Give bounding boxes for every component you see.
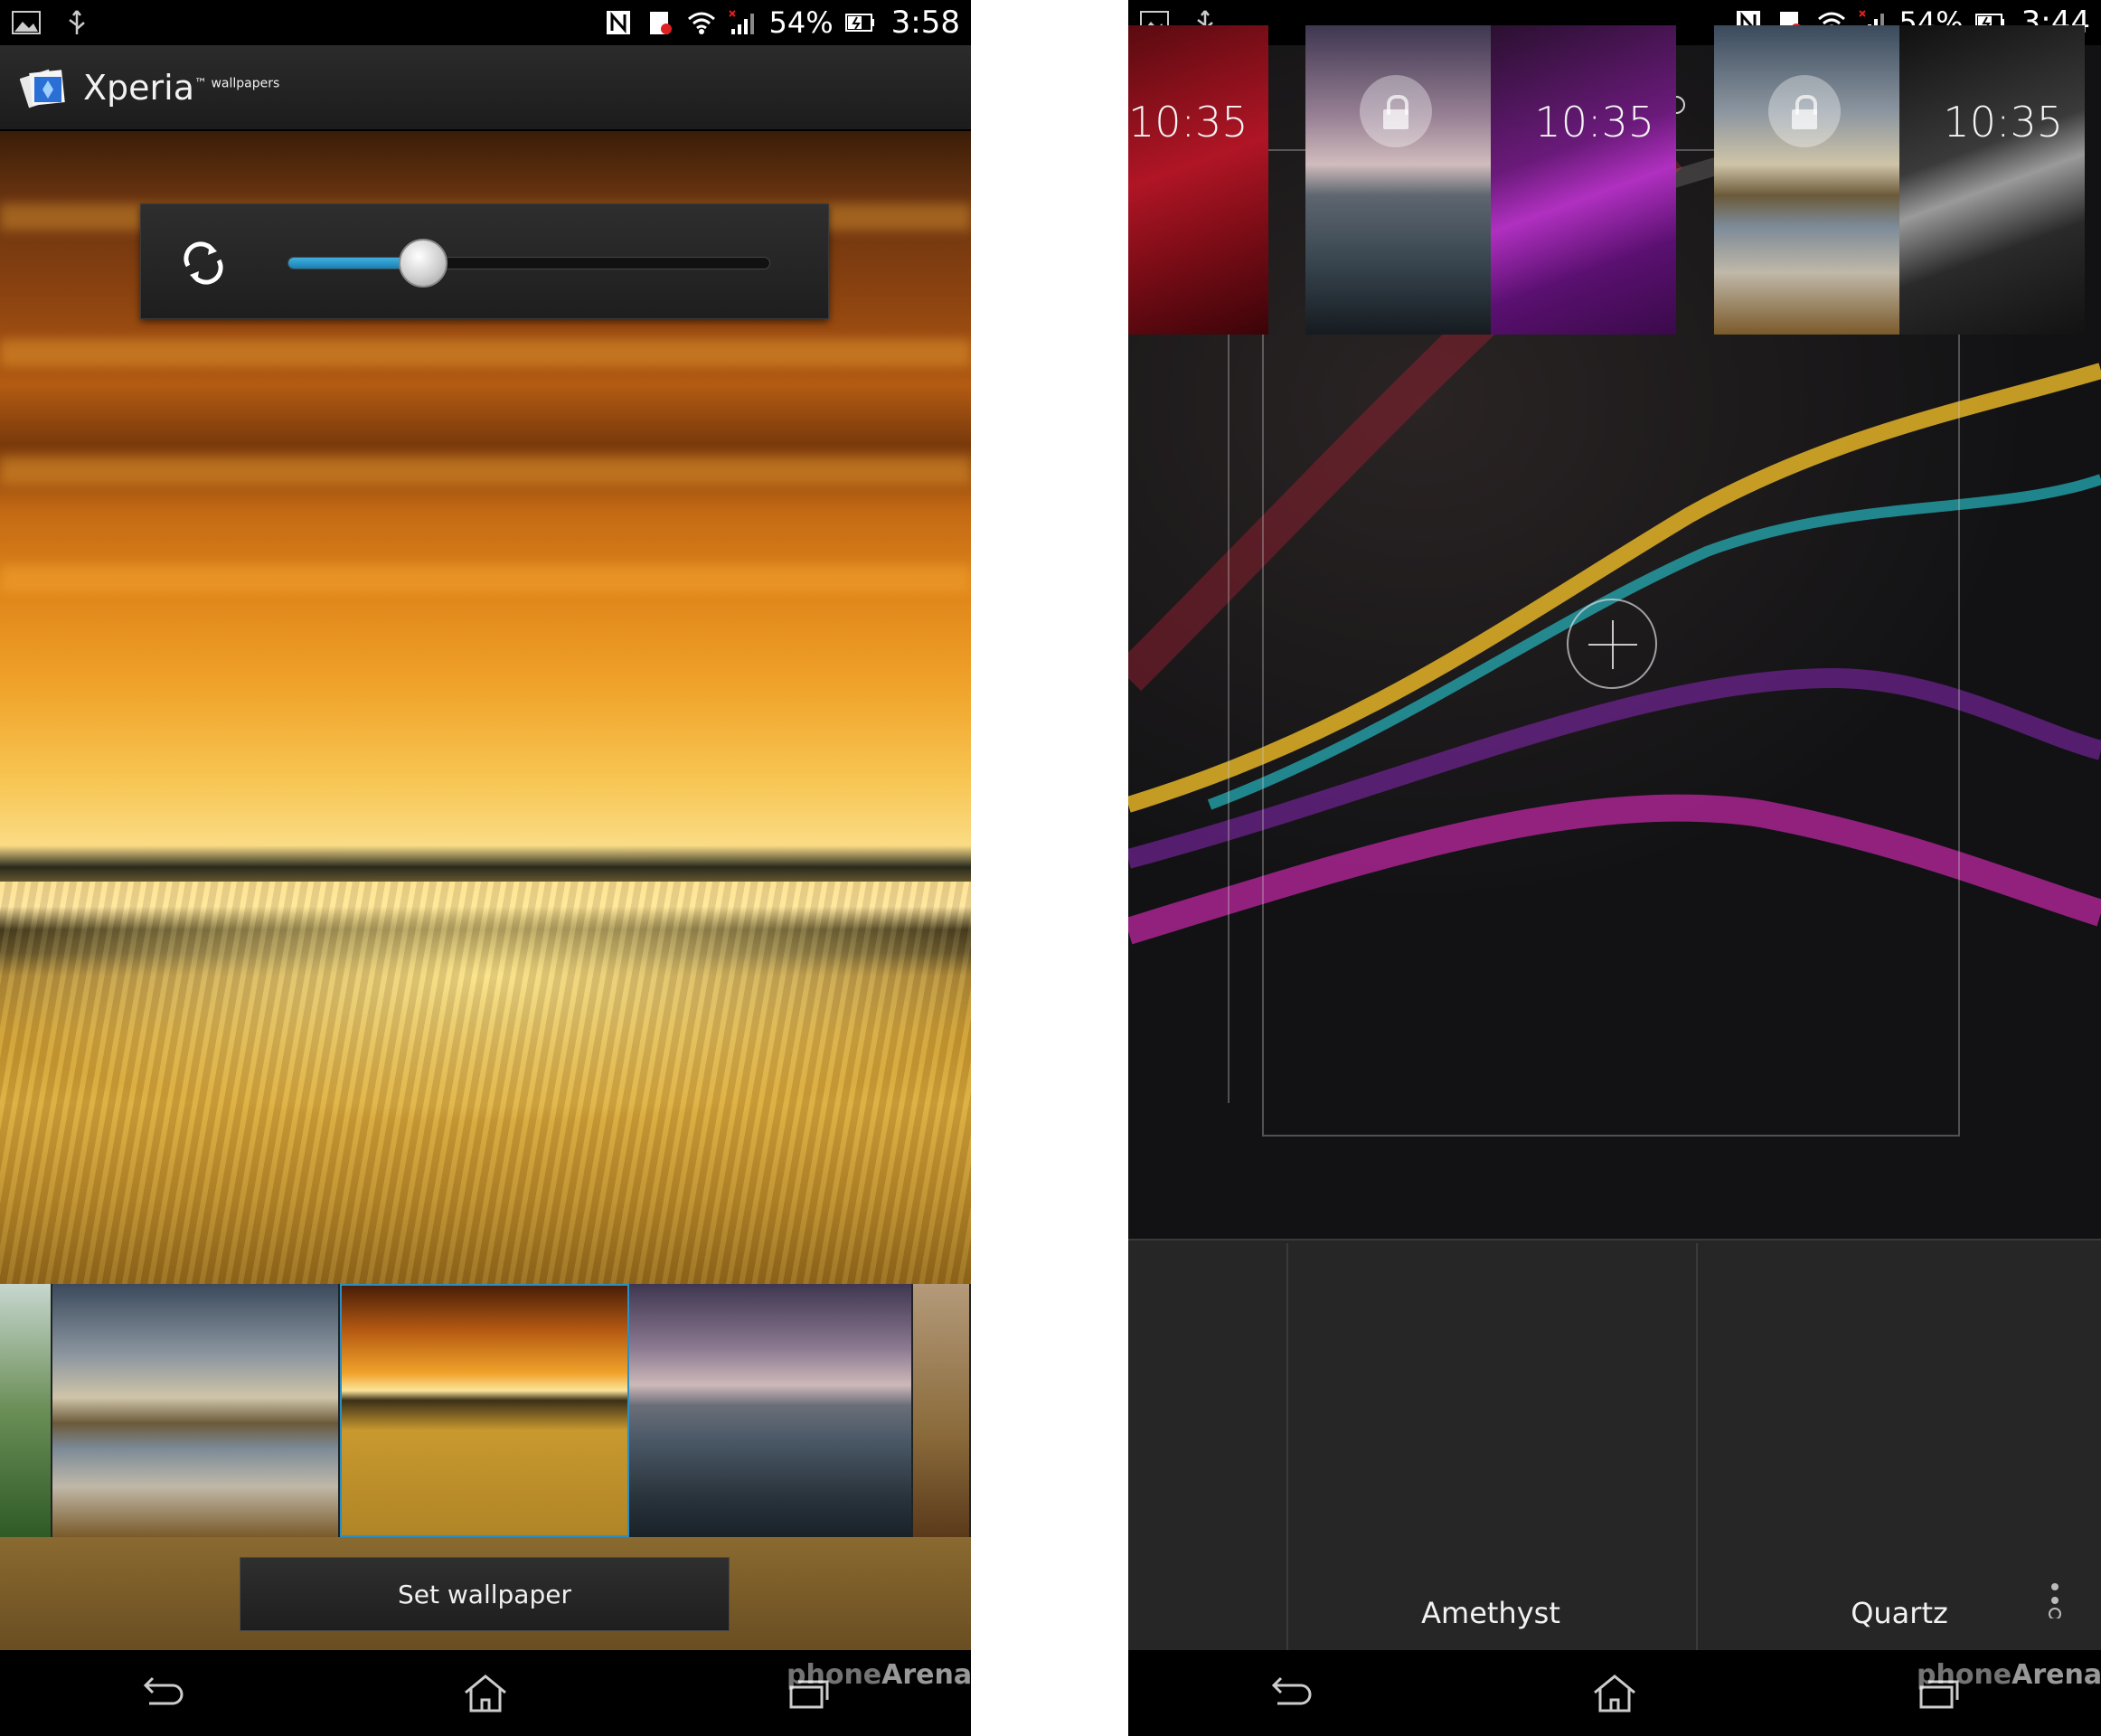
theme-home-preview: 10:35 <box>1899 25 2085 335</box>
treeline <box>0 845 971 882</box>
thumbnail-sea[interactable] <box>629 1284 913 1537</box>
theme-divider <box>1696 1243 1698 1650</box>
app-title: Xperia™ wallpapers <box>83 67 280 108</box>
signal-icon <box>728 10 754 34</box>
theme-name-quartz: Quartz <box>1851 1596 1948 1630</box>
add-widget-plus-icon[interactable] <box>1567 599 1657 689</box>
theme-lock-preview <box>1714 25 1899 335</box>
usb-icon <box>69 10 85 34</box>
nfc-icon <box>606 11 630 34</box>
theme-card-red[interactable]: 10:35 <box>1128 25 1268 335</box>
cloud-band <box>0 457 971 484</box>
thumbnail-forest[interactable] <box>0 1284 52 1537</box>
wallpaper-thumbnail-strip <box>0 1284 971 1537</box>
thumbnail-wheat-field[interactable] <box>340 1284 629 1537</box>
scroll-mode-panel <box>140 203 829 319</box>
left-phone-screen: 54% 3:58 Xperia™ wallpapers Set wallpape… <box>0 0 971 1736</box>
theme-home-preview: 10:35 <box>1491 25 1676 335</box>
set-wallpaper-button[interactable]: Set wallpaper <box>240 1557 730 1631</box>
cloud-band <box>0 565 971 592</box>
phonearena-watermark: phoneArena <box>1917 1659 2101 1691</box>
battery-percent: 54% <box>768 5 834 40</box>
theme-card-quartz[interactable]: 10:35 <box>1714 25 2085 335</box>
theme-preview: 10:35 <box>1128 25 1268 335</box>
theme-name-amethyst: Amethyst <box>1421 1596 1560 1630</box>
adjacent-page-frame[interactable] <box>1128 208 1230 1103</box>
lock-icon <box>1360 75 1432 147</box>
xperia-wallpapers-app-icon[interactable] <box>20 62 71 113</box>
home-icon[interactable] <box>1589 1673 1640 1714</box>
theme-clock: 10:35 <box>1943 98 2063 146</box>
wheat-field <box>0 882 971 1288</box>
wifi-icon <box>687 12 715 34</box>
rotate-icon[interactable] <box>179 239 228 288</box>
theme-card-amethyst[interactable]: 10:35 <box>1305 25 1676 335</box>
lock-icon <box>1768 75 1841 147</box>
cloud-band <box>0 339 971 366</box>
clock: 3:58 <box>890 5 960 41</box>
overflow-dots-icon <box>2049 1583 2061 1618</box>
wallpaper-slider-track[interactable] <box>287 239 770 288</box>
action-bar: Xperia™ wallpapers <box>0 45 971 131</box>
sim-alert-icon <box>649 12 672 34</box>
theme-divider <box>1286 1243 1288 1650</box>
theme-lock-preview <box>1305 25 1491 335</box>
thumbnail-lake[interactable] <box>52 1284 340 1537</box>
status-bar: 54% 3:58 <box>0 0 971 45</box>
themes-panel <box>1128 1239 2101 1650</box>
theme-clock: 10:35 <box>1128 98 1248 146</box>
back-icon[interactable] <box>137 1673 187 1714</box>
phonearena-watermark: phoneArena <box>787 1659 971 1691</box>
right-phone-screen: 54% 3:44 10:35 10:35 Amethyst 10:35 Quar… <box>1128 0 2101 1736</box>
slider-thumb[interactable] <box>398 239 448 288</box>
gallery-notification-icon <box>12 11 41 34</box>
home-icon[interactable] <box>460 1673 511 1714</box>
battery-icon <box>844 14 874 32</box>
thumbnail-edge[interactable] <box>913 1284 971 1537</box>
back-icon[interactable] <box>1265 1673 1315 1714</box>
theme-clock: 10:35 <box>1534 98 1654 146</box>
